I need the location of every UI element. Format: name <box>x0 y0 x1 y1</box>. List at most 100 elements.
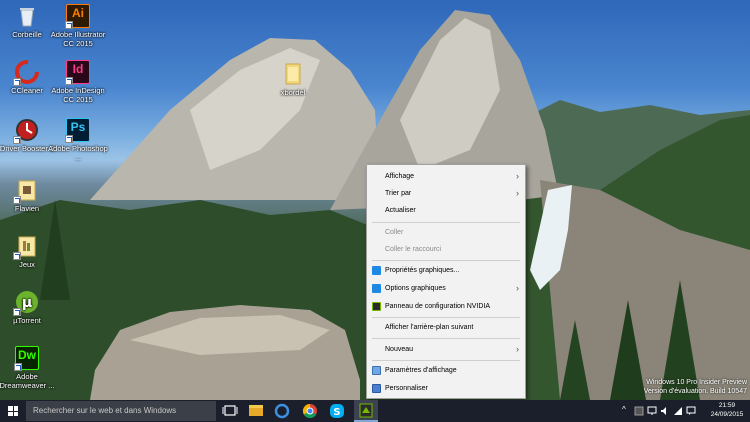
dreamweaver-icon: Dw <box>14 346 39 371</box>
desktop-context-menu: Affichage › Trier par › Actualiser Colle… <box>366 164 526 399</box>
menu-item-coller-raccourci[interactable]: Coller le raccourci <box>367 241 525 258</box>
shortcut-arrow-icon <box>13 252 21 260</box>
dreamweaver-glyph: Dw <box>18 348 36 362</box>
menu-item-trier-par[interactable]: Trier par › <box>367 185 525 202</box>
taskbar-skype[interactable]: S <box>325 400 349 422</box>
display-settings-icon <box>372 366 381 375</box>
indesign-icon: Id <box>65 60 90 85</box>
desktop-icon-label: Jeux <box>19 260 35 269</box>
menu-item-personnaliser[interactable]: Personnaliser <box>367 380 525 397</box>
nvidia-app-icon <box>359 403 373 418</box>
watermark-line-1: Windows 10 Pro Insider Preview <box>646 379 747 386</box>
menu-item-label: Affichage <box>385 173 415 180</box>
shortcut-arrow-icon <box>65 77 73 85</box>
menu-separator <box>372 338 520 339</box>
desktop-icon-label: µTorrent <box>13 316 41 325</box>
illustrator-icon: Ai <box>65 4 90 29</box>
svg-text:µ: µ <box>22 295 32 311</box>
indesign-glyph: Id <box>72 62 84 76</box>
menu-item-proprietes-graphiques[interactable]: Propriétés graphiques... <box>367 262 525 279</box>
menu-item-label: Options graphiques <box>385 285 446 292</box>
desktop-icon-label: xbordel <box>280 88 306 97</box>
taskbar-app-circle[interactable] <box>270 400 294 422</box>
desktop-icon-dreamweaver[interactable]: Dw Adobe Dreamweaver ... <box>0 346 58 390</box>
desktop-icon-flavien[interactable]: Flavien <box>0 178 58 213</box>
menu-item-label: Panneau de configuration NVIDIA <box>385 303 491 310</box>
notifications-icon[interactable] <box>686 406 696 416</box>
desktop-icon-indesign[interactable]: Id Adobe InDesign CC 2015 <box>47 60 109 104</box>
intel-graphics-icon <box>372 266 381 275</box>
menu-item-nouveau[interactable]: Nouveau › <box>367 341 525 358</box>
taskbar-file-explorer[interactable] <box>244 400 268 422</box>
chevron-right-icon: › <box>516 344 519 354</box>
menu-item-label: Propriétés graphiques... <box>385 267 460 274</box>
network-icon[interactable] <box>673 406 683 416</box>
folder-icon <box>281 62 305 86</box>
menu-item-label: Nouveau <box>385 346 414 353</box>
menu-item-label: Paramètres d'affichage <box>385 367 457 374</box>
tray-monitor-icon[interactable] <box>647 406 657 416</box>
desktop-icon-label: Adobe Illustrator CC 2015 <box>50 30 106 48</box>
system-tray: ^ 21:59 24/09/2015 <box>620 400 750 422</box>
desktop-icon-photoshop[interactable]: Ps Adobe Photoshop ... <box>47 118 109 162</box>
file-explorer-icon <box>249 405 263 416</box>
taskbar-search-box[interactable]: Rechercher sur le web et dans Windows <box>26 401 216 421</box>
menu-item-label: Actualiser <box>385 207 416 214</box>
taskbar-chrome[interactable] <box>298 400 322 422</box>
chevron-right-icon: › <box>516 171 519 181</box>
taskbar-nvidia-app[interactable] <box>354 400 378 422</box>
start-button[interactable] <box>0 400 26 422</box>
clock-time: 21:59 <box>718 402 736 409</box>
menu-separator <box>372 360 520 361</box>
menu-item-parametres-affichage[interactable]: Paramètres d'affichage <box>367 362 525 379</box>
speaker-icon[interactable] <box>660 406 670 416</box>
taskbar-clock[interactable]: 21:59 24/09/2015 <box>710 401 744 419</box>
desktop-icon-jeux[interactable]: Jeux <box>0 234 58 269</box>
shortcut-arrow-icon <box>13 78 21 86</box>
svg-text:S: S <box>333 407 340 418</box>
ccleaner-icon <box>13 60 39 86</box>
menu-item-arriere-plan-suivant[interactable]: Afficher l'arrière-plan suivant <box>367 319 525 336</box>
menu-item-label: Trier par <box>385 190 412 197</box>
chrome-icon <box>302 403 317 419</box>
desktop-icon-illustrator[interactable]: Ai Adobe Illustrator CC 2015 <box>47 4 109 48</box>
driver-booster-icon <box>13 118 39 144</box>
menu-item-affichage[interactable]: Affichage › <box>367 168 525 185</box>
recycle-bin-icon <box>15 4 39 28</box>
shortcut-arrow-icon <box>13 308 21 316</box>
menu-item-options-graphiques[interactable]: Options graphiques › <box>367 280 525 297</box>
illustrator-glyph: Ai <box>72 6 84 20</box>
skype-icon: S <box>330 404 344 418</box>
shortcut-arrow-icon <box>14 363 22 371</box>
task-view-button[interactable] <box>218 400 242 422</box>
desktop-icon-label: Adobe Dreamweaver ... <box>0 372 55 390</box>
taskbar: Rechercher sur le web et dans Windows S … <box>0 400 750 422</box>
windows-logo-icon <box>8 406 18 416</box>
folder-icon <box>13 234 39 260</box>
menu-item-label: Coller le raccourci <box>385 246 442 253</box>
desktop-icon-xbordel[interactable]: xbordel <box>262 62 324 97</box>
tray-chevron-up-icon[interactable]: ^ <box>622 405 626 414</box>
shortcut-arrow-icon <box>13 136 21 144</box>
clock-date: 24/09/2015 <box>710 411 744 418</box>
build-watermark: Windows 10 Pro Insider Preview Version d… <box>644 378 747 396</box>
shortcut-arrow-icon <box>13 196 21 204</box>
photoshop-glyph: Ps <box>70 120 86 134</box>
watermark-line-2: Version d'évaluation. Build 10547 <box>643 388 747 395</box>
menu-separator <box>372 317 520 318</box>
tray-app-icon[interactable] <box>634 406 644 416</box>
menu-item-panneau-nvidia[interactable]: Panneau de configuration NVIDIA <box>367 298 525 315</box>
chevron-right-icon: › <box>516 188 519 198</box>
menu-item-label: Personnaliser <box>385 385 428 392</box>
shortcut-arrow-icon <box>65 135 73 143</box>
menu-item-coller[interactable]: Coller <box>367 224 525 241</box>
utorrent-icon: µ <box>13 290 39 316</box>
desktop-icon-label: Flavien <box>14 204 40 213</box>
menu-separator <box>372 260 520 261</box>
desktop-icon-label: Adobe InDesign CC 2015 <box>51 86 105 104</box>
task-view-icon <box>222 405 238 416</box>
desktop-icon-utorrent[interactable]: µ µTorrent <box>0 290 58 325</box>
chevron-right-icon: › <box>516 283 519 293</box>
menu-item-actualiser[interactable]: Actualiser <box>367 202 525 219</box>
menu-separator <box>372 222 520 223</box>
